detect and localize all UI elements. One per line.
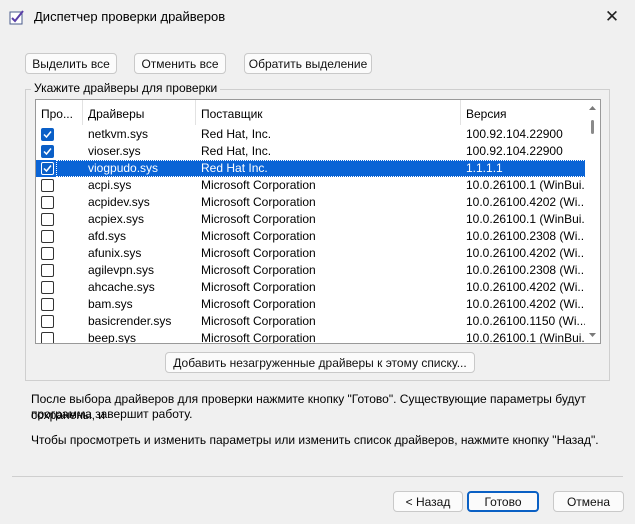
row-checkbox[interactable] (41, 230, 54, 243)
vendor-name: Red Hat, Inc. (201, 127, 272, 141)
close-button[interactable]: ✕ (589, 0, 635, 34)
driver-version: 100.92.104.22900 (466, 144, 563, 158)
driver-version: 10.0.26100.1150 (Wi... (466, 314, 586, 328)
driver-name: acpiex.sys (88, 212, 145, 226)
vendor-name: Microsoft Corporation (201, 280, 316, 294)
driver-name: agilevpn.sys (88, 263, 155, 277)
vertical-scrollbar[interactable] (585, 100, 600, 343)
info-text-line3: Чтобы просмотреть и изменить параметры и… (31, 433, 599, 447)
select-all-button[interactable]: Выделить все (25, 53, 117, 74)
group-label: Укажите драйверы для проверки (31, 81, 221, 95)
driver-version: 10.0.26100.4202 (Wi... (466, 280, 586, 294)
column-header-driver[interactable]: Драйверы (83, 100, 196, 125)
close-icon: ✕ (604, 7, 620, 26)
driver-version: 10.0.26100.1 (WinBui... (466, 178, 586, 192)
vendor-name: Microsoft Corporation (201, 314, 316, 328)
vendor-name: Microsoft Corporation (201, 229, 316, 243)
vendor-name: Microsoft Corporation (201, 178, 316, 192)
vendor-name: Microsoft Corporation (201, 195, 316, 209)
driver-version: 10.0.26100.4202 (Wi... (466, 297, 586, 311)
table-row[interactable]: acpi.sys Microsoft Corporation 10.0.26100.… (36, 177, 586, 194)
row-checkbox[interactable] (41, 298, 54, 311)
driver-list[interactable]: Про... Драйверы Поставщик Версия netkvm.… (35, 99, 601, 344)
deselect-all-button[interactable]: Отменить все (134, 53, 226, 74)
title-bar: Диспетчер проверки драйверов ✕ (0, 0, 635, 34)
driver-version: 10.0.26100.1 (WinBui... (466, 212, 586, 226)
driver-name: acpidev.sys (88, 195, 150, 209)
table-row[interactable]: acpiex.sys Microsoft Corporation 10.0.2610… (36, 211, 586, 228)
add-unloaded-drivers-button[interactable]: Добавить незагруженные драйверы к этому … (165, 352, 475, 373)
driver-version: 10.0.26100.2308 (Wi... (466, 229, 586, 243)
vendor-name: Red Hat, Inc. (201, 144, 272, 158)
column-header-check[interactable]: Про... (36, 100, 83, 125)
table-row[interactable]: basicrender.sys Microsoft Corporation 10.0… (36, 313, 586, 330)
table-row[interactable]: beep.sys Microsoft Corporation 10.0.26100.… (36, 330, 586, 344)
row-checkbox[interactable] (41, 281, 54, 294)
row-checkbox[interactable] (41, 145, 54, 158)
driver-name: vioser.sys (88, 144, 141, 158)
row-checkbox[interactable] (41, 128, 54, 141)
vendor-name: Microsoft Corporation (201, 263, 316, 277)
driver-version: 10.0.26100.4202 (Wi... (466, 246, 586, 260)
column-header-vendor[interactable]: Поставщик (196, 100, 461, 125)
driver-name: acpi.sys (88, 178, 132, 192)
vendor-name: Microsoft Corporation (201, 331, 316, 344)
table-row[interactable]: viogpudo.sys Red Hat Inc. 1.1.1.1 (36, 160, 586, 177)
window-title: Диспетчер проверки драйверов (34, 9, 226, 24)
app-icon (9, 9, 26, 26)
finish-button[interactable]: Готово (467, 491, 539, 512)
driver-name: beep.sys (88, 331, 137, 344)
row-checkbox[interactable] (41, 179, 54, 192)
cancel-button[interactable]: Отмена (553, 491, 624, 512)
driver-name: afunix.sys (88, 246, 142, 260)
column-header-version[interactable]: Версия (461, 100, 586, 125)
invert-selection-button[interactable]: Обратить выделение (244, 53, 372, 74)
driver-version: 10.0.26100.2308 (Wi... (466, 263, 586, 277)
driver-version: 10.0.26100.4202 (Wi... (466, 195, 586, 209)
scroll-down-icon[interactable] (588, 330, 597, 339)
table-row[interactable]: ahcache.sys Microsoft Corporation 10.0.261… (36, 279, 586, 296)
row-checkbox[interactable] (41, 332, 54, 343)
driver-name: afd.sys (88, 229, 127, 243)
row-checkbox[interactable] (41, 196, 54, 209)
back-button[interactable]: < Назад (393, 491, 463, 512)
vendor-name: Red Hat Inc. (201, 161, 268, 175)
table-row[interactable]: afd.sys Microsoft Corporation 10.0.26100.2… (36, 228, 586, 245)
table-row[interactable]: acpidev.sys Microsoft Corporation 10.0.261… (36, 194, 586, 211)
table-row[interactable]: afunix.sys Microsoft Corporation 10.0.2610… (36, 245, 586, 262)
row-checkbox[interactable] (41, 264, 54, 277)
table-row[interactable]: netkvm.sys Red Hat, Inc. 100.92.104.22900 (36, 126, 586, 143)
scroll-up-icon[interactable] (588, 104, 597, 113)
row-checkbox[interactable] (41, 162, 54, 175)
driver-version: 100.92.104.22900 (466, 127, 563, 141)
driver-name: ahcache.sys (88, 280, 155, 294)
table-row[interactable]: vioser.sys Red Hat, Inc. 100.92.104.22900 (36, 143, 586, 160)
driver-name: netkvm.sys (88, 127, 149, 141)
table-row[interactable]: bam.sys Microsoft Corporation 10.0.26100.4… (36, 296, 586, 313)
driver-name: basicrender.sys (88, 314, 172, 328)
driver-version: 10.0.26100.1 (WinBui... (466, 331, 586, 344)
driver-name: bam.sys (88, 297, 133, 311)
list-header: Про... Драйверы Поставщик Версия (36, 100, 586, 125)
row-checkbox[interactable] (41, 213, 54, 226)
divider (12, 476, 623, 477)
scrollbar-thumb[interactable] (591, 120, 594, 134)
info-text-line2: программа завершит работу. (31, 407, 193, 421)
driver-version: 1.1.1.1 (466, 161, 503, 175)
row-checkbox[interactable] (41, 247, 54, 260)
vendor-name: Microsoft Corporation (201, 297, 316, 311)
vendor-name: Microsoft Corporation (201, 212, 316, 226)
driver-name: viogpudo.sys (88, 161, 159, 175)
row-checkbox[interactable] (41, 315, 54, 328)
vendor-name: Microsoft Corporation (201, 246, 316, 260)
table-row[interactable]: agilevpn.sys Microsoft Corporation 10.0.26… (36, 262, 586, 279)
